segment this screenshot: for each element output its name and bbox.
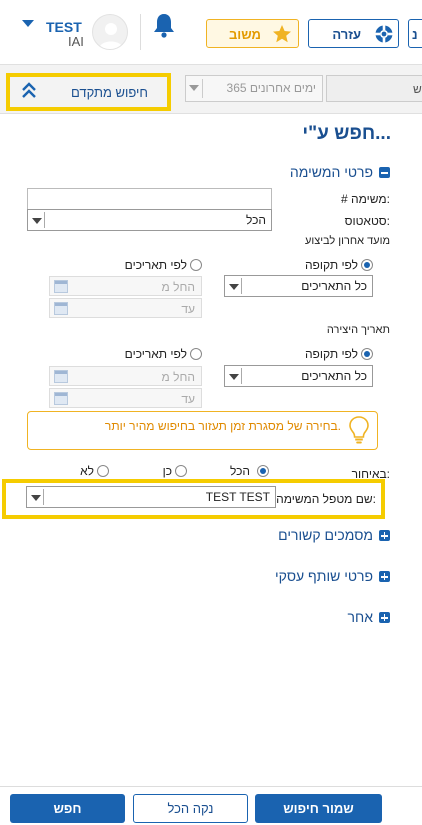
calendar-icon[interactable]: [54, 370, 68, 383]
handler-select-value: TEST TEST: [205, 490, 270, 504]
creation-period-select-value: כל התאריכים: [301, 369, 367, 383]
late-all-label: הכל: [229, 464, 250, 478]
creation-to-date-input[interactable]: עד: [49, 388, 202, 408]
due-from-date-input[interactable]: החל מ: [49, 276, 202, 296]
calendar-icon[interactable]: [54, 302, 68, 315]
save-search-button[interactable]: שמור חיפוש: [255, 794, 382, 823]
handler-label: שם מטפל המשימה:: [276, 492, 376, 506]
late-all-radio[interactable]: [257, 465, 269, 477]
due-by-dates-radio[interactable]: [190, 259, 202, 271]
section-other[interactable]: אחר: [348, 609, 373, 625]
expand-section-icon[interactable]: [379, 612, 390, 623]
save-search-label: שמור חיפוש: [283, 801, 354, 816]
collapse-section-icon[interactable]: [379, 167, 390, 178]
quick-search-input[interactable]: ש: [326, 75, 422, 102]
search-button[interactable]: חפש: [10, 794, 125, 823]
clear-all-button[interactable]: נקה הכל: [133, 794, 248, 823]
user-menu-chevron-icon[interactable]: [22, 20, 34, 27]
due-by-dates-label: לפי תאריכים: [124, 258, 187, 272]
status-select[interactable]: הכל: [27, 209, 272, 231]
user-silhouette-icon: [99, 23, 123, 49]
chevron-down-icon: [32, 218, 42, 224]
status-select-value: הכל: [245, 213, 266, 227]
double-chevron-up-icon: [22, 82, 36, 98]
select-divider: [44, 212, 45, 228]
avatar[interactable]: [92, 14, 128, 50]
period-select-value: 365 ימים אחרונים: [226, 81, 316, 95]
clear-all-label: נקה הכל: [167, 801, 214, 816]
chevron-down-icon: [229, 284, 239, 290]
select-divider: [241, 368, 242, 384]
due-to-date-input[interactable]: עד: [49, 298, 202, 318]
cropped-header-button[interactable]: נ: [408, 19, 422, 48]
due-period-select-value: כל התאריכים: [301, 279, 367, 293]
task-number-label: # משימה:: [341, 192, 390, 206]
calendar-icon[interactable]: [54, 392, 68, 405]
search-label: חפש: [53, 801, 82, 816]
quick-search-value: ש: [413, 82, 422, 96]
due-by-period-label: לפי תקופה: [304, 258, 358, 272]
handler-field-highlight: שם מטפל המשימה: TEST TEST: [2, 479, 385, 519]
due-by-period-radio[interactable]: [361, 259, 373, 271]
select-divider: [202, 79, 203, 98]
period-select[interactable]: 365 ימים אחרונים: [185, 75, 323, 102]
cropped-header-button-label: נ: [412, 27, 418, 42]
select-divider: [43, 489, 44, 505]
timeframe-hint: בחירה של מסגרת זמן תעזור בחיפוש מהיר יות…: [27, 411, 378, 450]
feedback-label: משוב: [228, 27, 261, 42]
calendar-icon[interactable]: [54, 280, 68, 293]
creation-by-dates-radio[interactable]: [190, 348, 202, 360]
late-yes-radio[interactable]: [175, 465, 187, 477]
expand-section-icon[interactable]: [379, 530, 390, 541]
help-label: עזרה: [332, 27, 361, 42]
section-task-details[interactable]: פרטי המשימה: [290, 164, 373, 180]
creation-from-placeholder: החל מ: [161, 370, 195, 384]
late-no-label: לא: [80, 464, 94, 478]
select-divider: [241, 278, 242, 294]
bell-icon[interactable]: [152, 12, 176, 38]
due-date-label: מועד אחרון לביצוע: [304, 235, 390, 247]
page-title: חפש ע"י...: [302, 123, 391, 144]
creation-to-placeholder: עד: [181, 392, 195, 406]
chevron-down-icon: [189, 85, 199, 91]
due-from-placeholder: החל מ: [161, 280, 195, 294]
top-bar: TEST IAI משוב עזרה נ: [0, 0, 422, 62]
task-number-input[interactable]: [27, 188, 272, 210]
creation-by-period-label: לפי תקופה: [304, 347, 358, 361]
expand-section-icon[interactable]: [379, 571, 390, 582]
user-org: IAI: [68, 34, 84, 49]
creation-by-dates-label: לפי תאריכים: [124, 347, 187, 361]
due-period-select[interactable]: כל התאריכים: [224, 275, 373, 297]
handler-select[interactable]: TEST TEST: [26, 486, 276, 508]
section-business-partner[interactable]: פרטי שותף עסקי: [275, 568, 373, 584]
creation-period-select[interactable]: כל התאריכים: [224, 365, 373, 387]
status-label: סטאטוס:: [344, 214, 390, 228]
section-related-docs[interactable]: מסמכים קשורים: [278, 527, 373, 543]
lifebuoy-icon: [375, 25, 393, 43]
creation-date-label: תאריך היצירה: [326, 324, 390, 336]
late-no-radio[interactable]: [97, 465, 109, 477]
header-divider: [140, 14, 141, 50]
star-icon: [273, 25, 291, 43]
help-button[interactable]: עזרה: [308, 19, 399, 48]
timeframe-hint-text: בחירה של מסגרת זמן תעזור בחיפוש מהיר יות…: [104, 419, 341, 433]
lightbulb-icon: [349, 416, 369, 444]
late-yes-label: כן: [162, 464, 172, 478]
advanced-search-label: חיפוש מתקדם: [70, 85, 148, 100]
due-to-placeholder: עד: [181, 302, 195, 316]
creation-from-date-input[interactable]: החל מ: [49, 366, 202, 386]
footer-divider: [0, 786, 422, 787]
chevron-down-icon: [31, 495, 41, 501]
advanced-search-toggle[interactable]: חיפוש מתקדם: [6, 73, 171, 111]
user-name[interactable]: TEST: [46, 19, 82, 35]
creation-by-period-radio[interactable]: [361, 348, 373, 360]
feedback-button[interactable]: משוב: [206, 19, 299, 48]
chevron-down-icon: [229, 374, 239, 380]
